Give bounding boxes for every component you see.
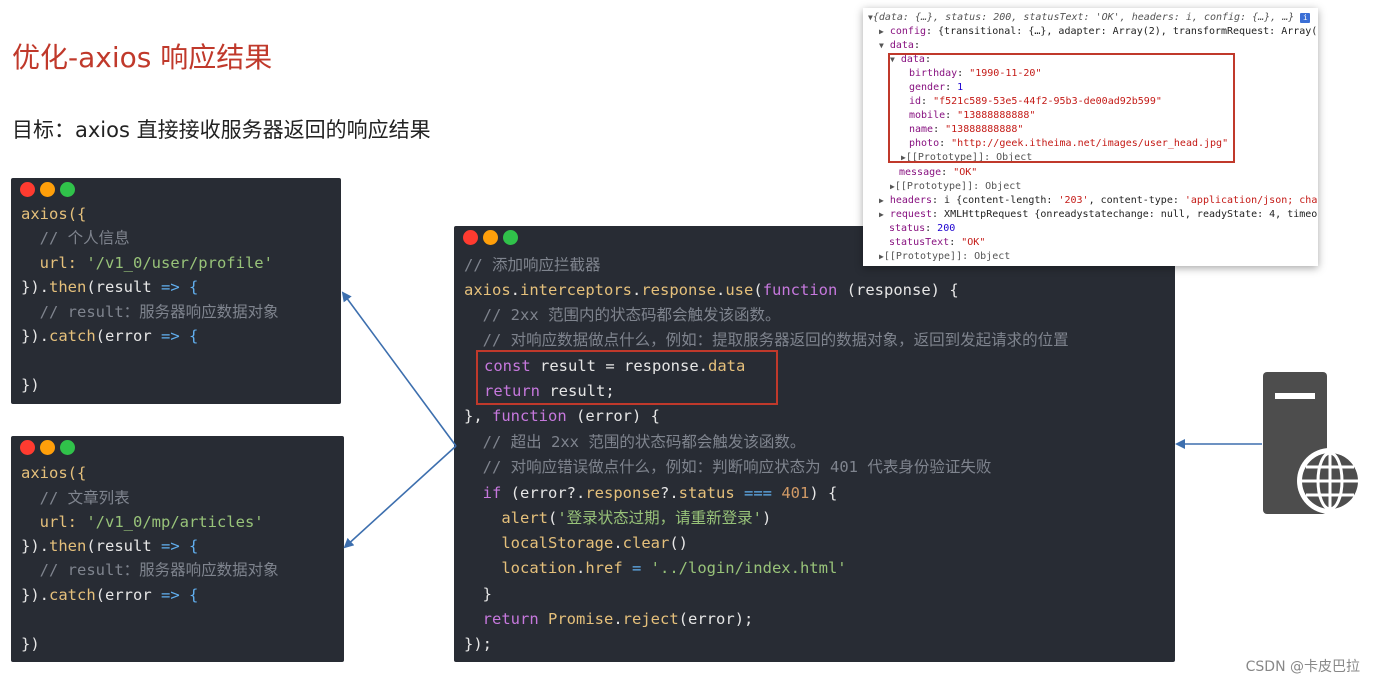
arrow-to-articles-panel [343, 445, 457, 549]
diagram-overlay [341, 291, 1363, 549]
server-globe-icon [1263, 372, 1363, 514]
watermark: CSDN @卡皮巴拉 [1245, 659, 1360, 675]
arrow-to-profile-panel [341, 291, 457, 447]
